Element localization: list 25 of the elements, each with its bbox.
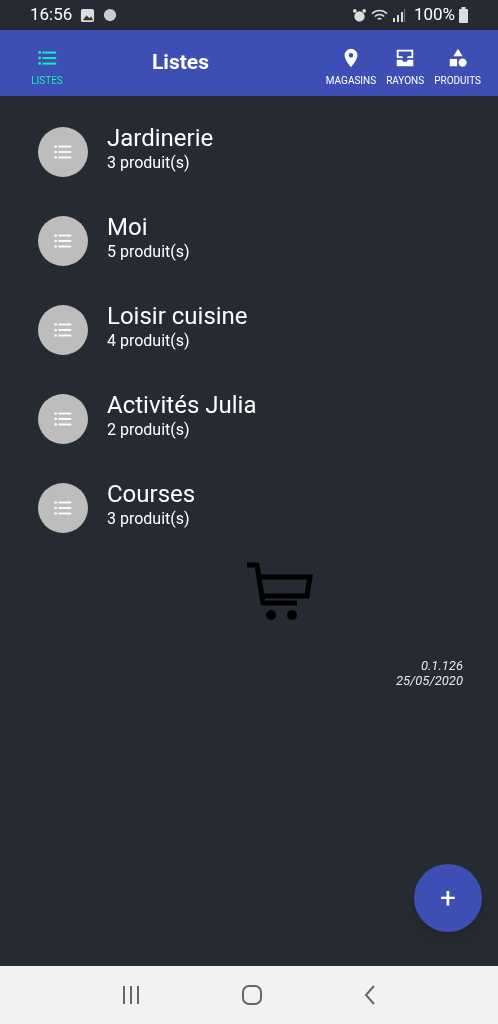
- recent-apps-icon[interactable]: [120, 986, 141, 1004]
- battery-percent: 100%: [413, 3, 455, 27]
- product-count: 5 produit(s): [107, 242, 190, 262]
- version-date: 25/05/2020: [395, 673, 463, 688]
- home-icon[interactable]: [242, 985, 262, 1005]
- notification-icon: [103, 8, 118, 22]
- product-count: 3 produit(s): [107, 509, 191, 529]
- nav-tab[interactable]: PRODUITS: [429, 38, 486, 88]
- status-time: 16:56: [30, 3, 73, 27]
- image-icon: [80, 7, 96, 23]
- alarm-icon: [351, 7, 367, 23]
- product-count: 4 produit(s): [107, 331, 191, 351]
- signal-icon: [391, 8, 406, 22]
- product-count: 2 produit(s): [107, 420, 191, 440]
- nav-tab[interactable]: MAGASINS: [320, 38, 382, 88]
- nav-tab[interactable]: RAYONS: [381, 38, 430, 88]
- battery-icon: [459, 7, 468, 23]
- nav-tab[interactable]: LISTES: [12, 38, 82, 88]
- version-number: 0.1.126: [420, 658, 463, 673]
- page-title: Listes: [152, 49, 210, 77]
- back-icon[interactable]: [363, 985, 378, 1005]
- cart-icon: [245, 560, 313, 622]
- product-count: 3 produit(s): [107, 153, 191, 173]
- add-button[interactable]: +: [414, 864, 482, 932]
- wifi-icon: [370, 7, 388, 23]
